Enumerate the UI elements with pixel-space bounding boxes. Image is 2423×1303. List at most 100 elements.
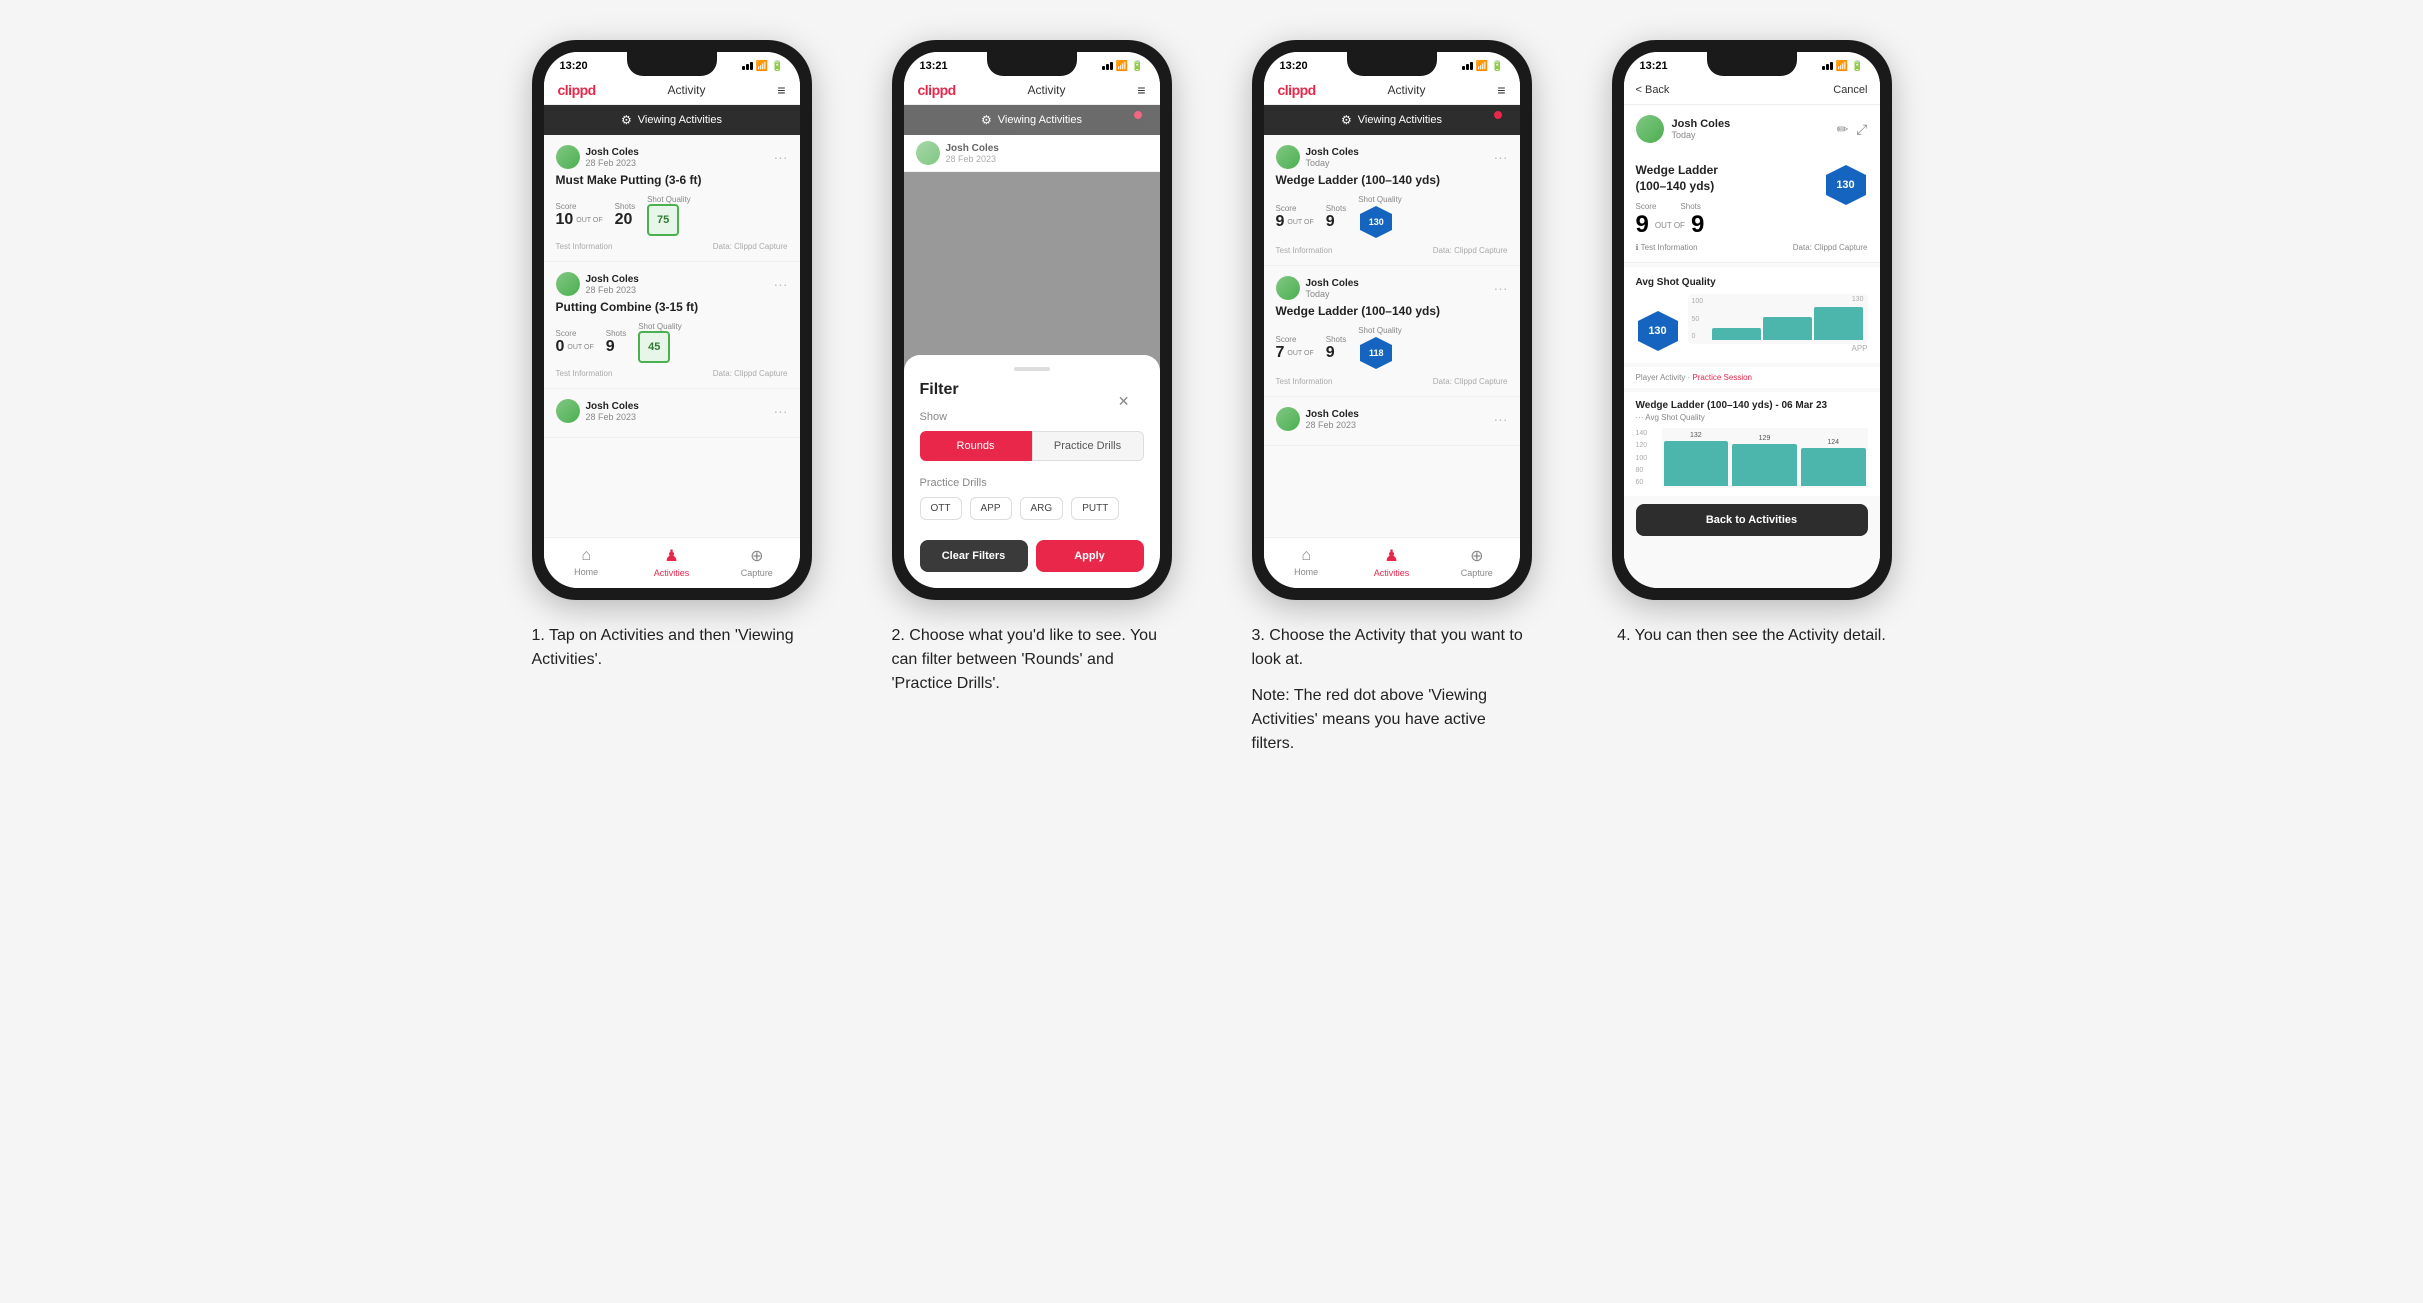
detail-user-name: Josh Coles xyxy=(1672,118,1731,130)
mini-chart-title: Wedge Ladder (100–140 yds) - 06 Mar 23 xyxy=(1636,400,1868,411)
sb1 xyxy=(1102,66,1105,70)
practice-session-link[interactable]: Practice Session xyxy=(1692,373,1752,382)
prev-peek: Josh Coles 28 Feb 2023 xyxy=(904,135,1160,172)
nav-activities-3[interactable]: ♟ Activities xyxy=(1366,546,1416,578)
signal-4 xyxy=(1822,62,1833,70)
step-text-3: 3. Choose the Activity that you want to … xyxy=(1252,624,1532,672)
avatar-s3-1 xyxy=(1276,145,1300,169)
user-name-3: Josh Coles xyxy=(586,401,639,412)
phone-1: 13:20 📶 🔋 clippd Activity xyxy=(532,40,812,600)
filter-icon-2: ⚙ xyxy=(981,113,992,127)
activity-title-s3-2: Wedge Ladder (100–140 yds) xyxy=(1276,304,1508,318)
activity-card-s3-3[interactable]: Josh Coles 28 Feb 2023 ··· xyxy=(1264,397,1520,446)
filter-close-icon[interactable]: ✕ xyxy=(1118,393,1130,410)
more-dots-3[interactable]: ··· xyxy=(774,403,788,419)
chip-ott[interactable]: OTT xyxy=(920,497,962,520)
bar-2 xyxy=(1763,317,1812,340)
shots-value-2: 9 xyxy=(606,338,626,356)
activity-card-3[interactable]: Josh Coles 28 Feb 2023 ··· xyxy=(544,389,800,438)
nav-capture-1[interactable]: ⊕ Capture xyxy=(732,546,782,578)
viewing-banner-3[interactable]: ⚙ Viewing Activities xyxy=(1264,105,1520,135)
user-name-s3-1: Josh Coles xyxy=(1306,147,1359,158)
sb2 xyxy=(1106,64,1109,70)
detail-user-row: Josh Coles Today ✏ ⤢ xyxy=(1624,105,1880,153)
score-label-s3-2: Score xyxy=(1276,335,1314,344)
outof-2: OUT OF xyxy=(567,344,593,351)
activity-card-1[interactable]: Josh Coles 28 Feb 2023 ··· Must Make Put… xyxy=(544,135,800,262)
detail-activity-title: Wedge Ladder(100–140 yds) xyxy=(1636,163,1718,194)
activity-card-2[interactable]: Josh Coles 28 Feb 2023 ··· Putting Combi… xyxy=(544,262,800,389)
screen-content-3: Josh Coles Today ··· Wedge Ladder (100–1… xyxy=(1264,135,1520,537)
expand-icon[interactable]: ⤢ xyxy=(1856,121,1867,138)
user-info-s3-2: Josh Coles Today xyxy=(1276,276,1359,300)
chip-arg[interactable]: ARG xyxy=(1020,497,1064,520)
score-label-s3-1: Score xyxy=(1276,204,1314,213)
user-date-s3-3: 28 Feb 2023 xyxy=(1306,420,1359,430)
mini-bar-val-1: 132 xyxy=(1690,432,1702,439)
filter-sheet[interactable]: Filter ✕ Show Rounds Practice Drills Pra… xyxy=(904,355,1160,588)
stat-shots-s3-1: Shots 9 xyxy=(1326,204,1346,231)
more-dots-1[interactable]: ··· xyxy=(774,149,788,165)
stat-outof-s3-1: 9 OUT OF xyxy=(1276,213,1314,231)
rounds-tab[interactable]: Rounds xyxy=(920,431,1032,461)
activity-card-s3-2[interactable]: Josh Coles Today ··· Wedge Ladder (100–1… xyxy=(1264,266,1520,397)
app-title-2: Activity xyxy=(1028,83,1066,97)
viewing-banner-2[interactable]: ⚙ Viewing Activities xyxy=(904,105,1160,135)
menu-icon-1[interactable]: ≡ xyxy=(777,82,785,98)
nav-activities-1[interactable]: ♟ Activities xyxy=(646,546,696,578)
more-dots-s3-2[interactable]: ··· xyxy=(1494,280,1508,296)
detail-shots-label: Shots xyxy=(1680,202,1700,211)
shots-label-s3-1: Shots xyxy=(1326,204,1346,213)
nav-home-1[interactable]: ⌂ Home xyxy=(561,547,611,577)
apply-button[interactable]: Apply xyxy=(1036,540,1144,572)
viewing-banner-1[interactable]: ⚙ Viewing Activities xyxy=(544,105,800,135)
stat-score-s3-2: Score 7 OUT OF xyxy=(1276,335,1314,362)
activity-title-2: Putting Combine (3-15 ft) xyxy=(556,300,788,314)
menu-icon-3[interactable]: ≡ xyxy=(1497,82,1505,98)
app-header-1: clippd Activity ≡ xyxy=(544,76,800,105)
detail-avatar xyxy=(1636,115,1664,143)
outof-1: OUT OF xyxy=(576,217,602,224)
mini-bar-col-1: 132 xyxy=(1664,432,1729,486)
filter-icon-1: ⚙ xyxy=(621,113,632,127)
clear-filters-button[interactable]: Clear Filters xyxy=(920,540,1028,572)
more-dots-s3-3[interactable]: ··· xyxy=(1494,411,1508,427)
back-button[interactable]: < Back xyxy=(1636,84,1670,96)
stat-sq-s3-1: Shot Quality 130 xyxy=(1358,195,1402,240)
user-name-1: Josh Coles xyxy=(586,147,639,158)
phone-screen-4: 13:21 📶 🔋 < Back Cancel xyxy=(1624,52,1880,588)
status-time-2: 13:21 xyxy=(920,60,948,72)
activity-card-s3-1[interactable]: Josh Coles Today ··· Wedge Ladder (100–1… xyxy=(1264,135,1520,266)
cancel-button[interactable]: Cancel xyxy=(1833,84,1867,96)
sq-badge-2: 45 xyxy=(638,331,670,363)
user-details-s3-2: Josh Coles Today xyxy=(1306,278,1359,299)
card-footer-1: Test Information Data: Clippd Capture xyxy=(556,242,788,251)
back-to-activities-button[interactable]: Back to Activities xyxy=(1636,504,1868,536)
menu-icon-2[interactable]: ≡ xyxy=(1137,82,1145,98)
user-date-2: 28 Feb 2023 xyxy=(586,285,639,295)
status-icons-4: 📶 🔋 xyxy=(1822,61,1864,72)
stat-outof-2: 0 OUT OF xyxy=(556,338,594,356)
home-icon-3: ⌂ xyxy=(1301,547,1311,565)
practice-drills-tab[interactable]: Practice Drills xyxy=(1032,431,1144,461)
nav-home-3[interactable]: ⌂ Home xyxy=(1281,547,1331,577)
sq-label-1: Shot Quality xyxy=(647,195,691,204)
filter-header-row: Filter ✕ xyxy=(920,381,1144,399)
detail-shots-value: 9 xyxy=(1691,211,1704,239)
user-name-s3-3: Josh Coles xyxy=(1306,409,1359,420)
edit-icon[interactable]: ✏ xyxy=(1837,121,1849,138)
step-description-3: 3. Choose the Activity that you want to … xyxy=(1252,624,1532,756)
step-1-col: 13:20 📶 🔋 clippd Activity xyxy=(512,40,832,756)
test-info-2: Test Information xyxy=(556,369,613,378)
stats-row-1: Score 10 OUT OF Shots 20 xyxy=(556,195,788,236)
screen-content-4: Wedge Ladder(100–140 yds) Score Shots 9 … xyxy=(1624,153,1880,588)
chip-putt[interactable]: PUTT xyxy=(1071,497,1119,520)
more-dots-2[interactable]: ··· xyxy=(774,276,788,292)
chip-app[interactable]: APP xyxy=(970,497,1012,520)
stat-sq-2: Shot Quality 45 xyxy=(638,322,682,363)
avg-sq-badge-value: 130 xyxy=(1648,325,1666,337)
sq-value-s3-1: 130 xyxy=(1369,217,1384,227)
more-dots-s3-1[interactable]: ··· xyxy=(1494,149,1508,165)
nav-capture-3[interactable]: ⊕ Capture xyxy=(1452,546,1502,578)
stat-score-1: Score 10 OUT OF xyxy=(556,202,603,229)
